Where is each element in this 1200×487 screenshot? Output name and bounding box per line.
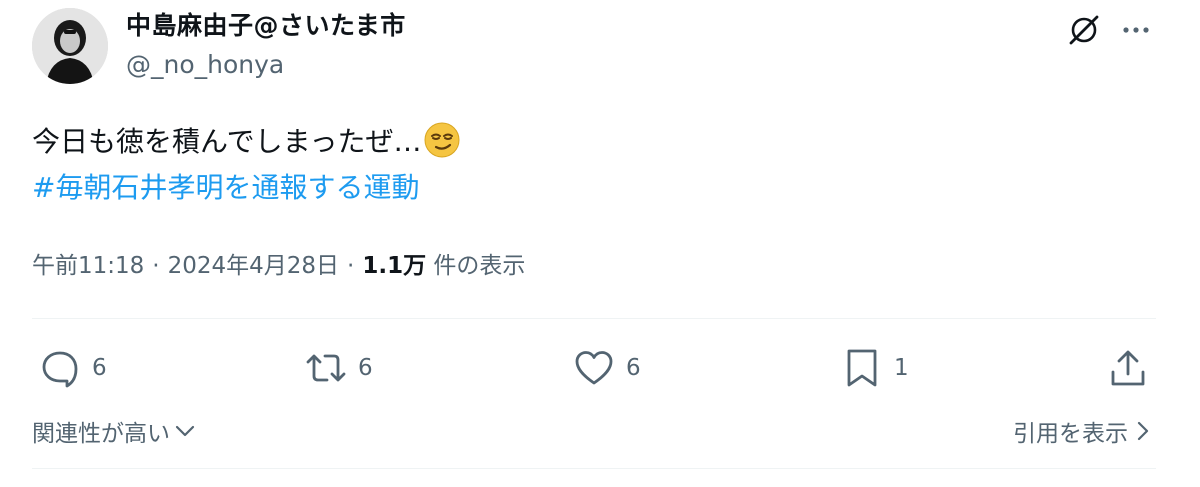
retweet-count: 6: [358, 355, 373, 381]
bookmark-count: 1: [894, 355, 909, 381]
retweet-button[interactable]: 6: [306, 348, 373, 388]
reply-count: 6: [92, 355, 107, 381]
reply-icon: [42, 351, 78, 388]
more-options-icon[interactable]: [1118, 12, 1154, 48]
grok-icon[interactable]: [1066, 12, 1102, 48]
avatar[interactable]: [32, 8, 108, 84]
tweet-card: 中島麻由子@さいたま市 @_no_honya 今日も徳を積んでしまったぜ… #毎…: [0, 0, 1200, 487]
like-count: 6: [626, 355, 641, 381]
bookmark-icon: [847, 349, 877, 387]
tweet-date[interactable]: 2024年4月28日: [168, 253, 339, 279]
quotes-label: 引用を表示: [1013, 421, 1128, 447]
avatar-photo: [32, 8, 108, 84]
views-label: 件の表示: [433, 253, 526, 279]
divider: [32, 468, 1156, 469]
hashtag-link[interactable]: #毎朝石井孝明を通報する運動: [32, 165, 461, 211]
retweet-icon: [306, 354, 346, 382]
tweet-time[interactable]: 午前11:18: [32, 253, 144, 279]
meta-separator: ·: [347, 253, 355, 279]
like-button[interactable]: 6: [574, 348, 641, 388]
chevron-down-icon: [175, 425, 195, 437]
sort-label: 関連性が高い: [32, 421, 170, 447]
divider: [32, 318, 1156, 319]
meta-separator: ·: [152, 253, 160, 279]
share-icon: [1111, 350, 1145, 386]
tweet-meta: 午前11:18 · 2024年4月28日 · 1.1万 件の表示: [32, 246, 525, 280]
bookmark-button[interactable]: 1: [842, 348, 909, 388]
sort-relevance-dropdown[interactable]: 関連性が高い: [32, 414, 196, 448]
smirking-face-emoji-icon: [423, 121, 461, 159]
tweet-body-line: 今日も徳を積んでしまったぜ…: [32, 119, 461, 165]
reply-button[interactable]: 6: [40, 348, 107, 388]
chevron-right-icon: [1137, 421, 1149, 441]
tweet-text: 今日も徳を積んでしまったぜ… #毎朝石井孝明を通報する運動: [32, 119, 461, 211]
views-count: 1.1万: [362, 253, 427, 279]
display-name[interactable]: 中島麻由子@さいたま市: [126, 6, 406, 42]
tweet-body: 今日も徳を積んでしまったぜ…: [32, 125, 422, 158]
view-quotes-link[interactable]: 引用を表示: [1013, 414, 1154, 448]
share-button[interactable]: [1108, 348, 1148, 388]
heart-icon: [575, 351, 613, 385]
user-handle[interactable]: @_no_honya: [126, 50, 284, 79]
